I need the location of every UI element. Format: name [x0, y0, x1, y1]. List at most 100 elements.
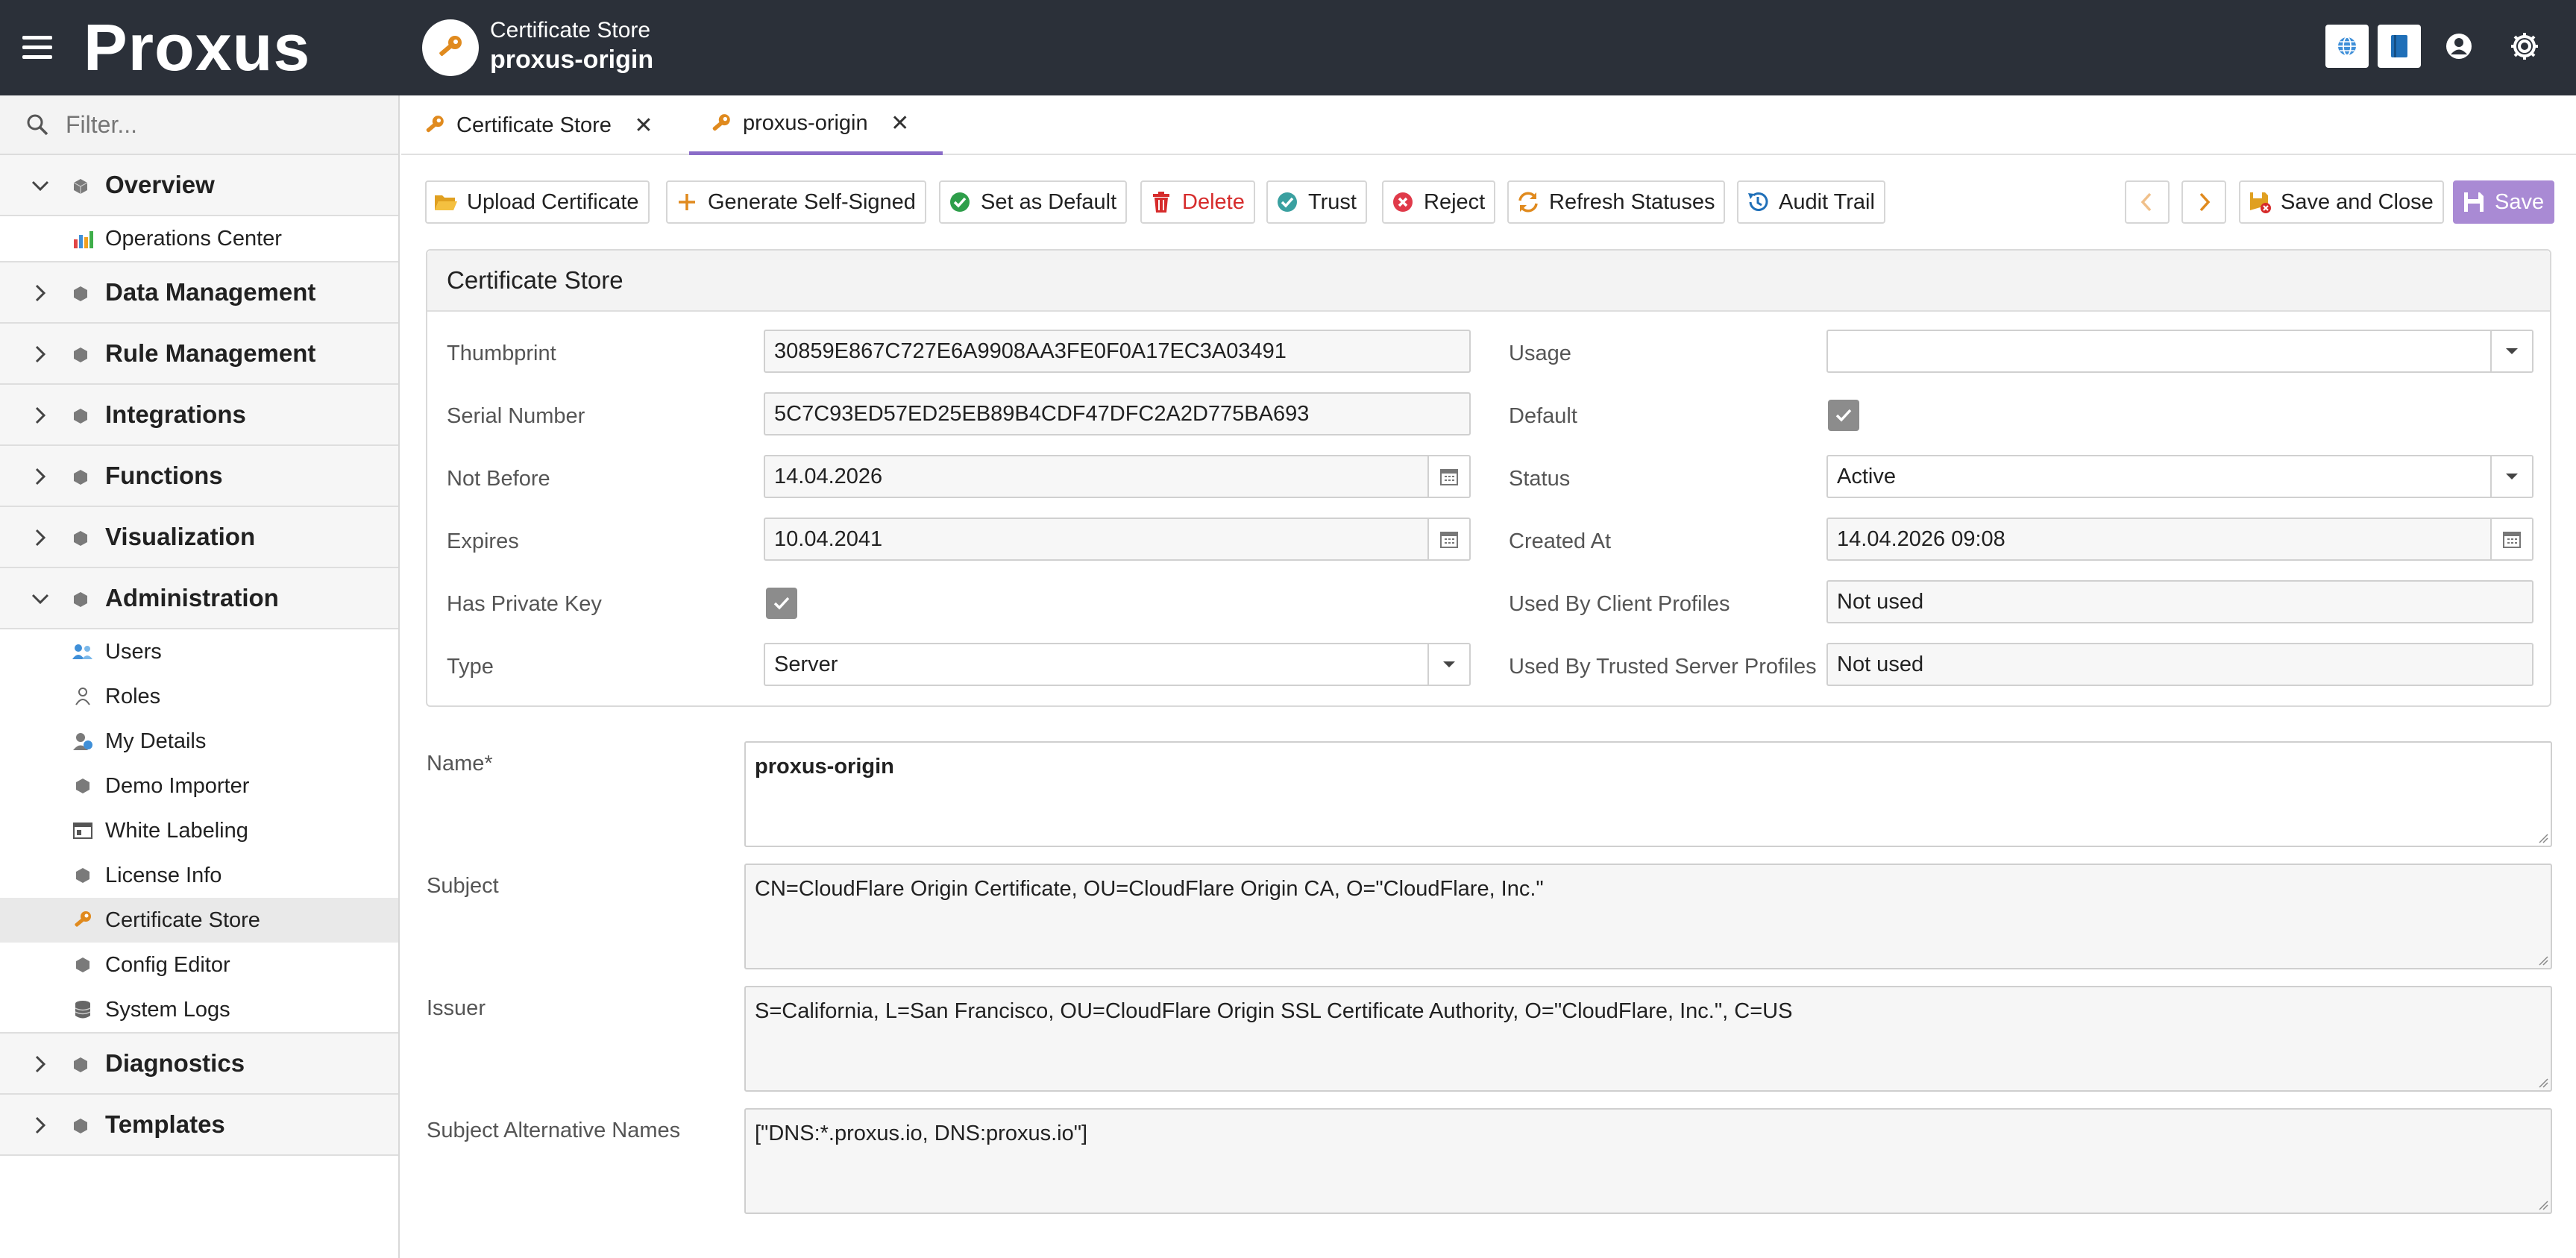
sidebar-item-certificate-store[interactable]: Certificate Store [0, 898, 398, 943]
type-select[interactable]: Server [764, 643, 1471, 686]
audit-trail-label: Audit Trail [1779, 189, 1875, 214]
subject-alternative-names-textarea[interactable]: ["DNS:*.proxus.io, DNS:proxus.io"] [744, 1108, 2552, 1214]
resize-grip-icon[interactable] [2536, 831, 2548, 843]
default-checkbox[interactable] [1828, 400, 1859, 431]
not-before-field[interactable]: 14.04.2026 [764, 455, 1471, 498]
tab-certificate-store[interactable]: Certificate Store ✕ [424, 95, 653, 155]
save-button[interactable]: Save [2453, 180, 2555, 224]
set-as-default-label: Set as Default [981, 189, 1117, 214]
usage-select[interactable] [1826, 330, 2533, 373]
calendar-icon[interactable] [1427, 519, 1469, 559]
folder-open-icon [434, 190, 458, 214]
cube-icon [74, 531, 87, 546]
reject-button[interactable]: Reject [1382, 180, 1496, 224]
tab-proxus-origin[interactable]: proxus-origin ✕ [689, 95, 943, 155]
close-icon[interactable]: ✕ [634, 113, 653, 139]
sidebar-group-label: Administration [105, 584, 279, 611]
chevron-down-icon[interactable] [2490, 331, 2532, 371]
close-icon[interactable]: ✕ [890, 110, 910, 136]
sidebar-group-templates[interactable]: Templates [0, 1095, 398, 1156]
thumbprint-field[interactable]: 30859E867C727E6A9908AA3FE0F0A17EC3A03491 [764, 330, 1471, 373]
expires-field[interactable]: 10.04.2041 [764, 518, 1471, 561]
chevron-right-icon [2199, 192, 2211, 212]
calendar-icon[interactable] [2490, 519, 2532, 559]
thumbprint-label: Thumbprint [447, 342, 556, 365]
used-by-trusted-server-profiles-field[interactable]: Not used [1826, 643, 2533, 686]
set-as-default-button[interactable]: Set as Default [939, 180, 1128, 224]
save-close-icon [2248, 190, 2272, 214]
resize-grip-icon[interactable] [2536, 954, 2548, 966]
gear-icon[interactable] [2503, 25, 2546, 68]
next-record-button[interactable] [2181, 180, 2226, 224]
sidebar-item-my-details[interactable]: My Details [0, 719, 398, 764]
sidebar-group-rule-management[interactable]: Rule Management [0, 324, 398, 385]
sidebar-item-roles[interactable]: Roles [0, 674, 398, 719]
sidebar-item-users[interactable]: Users [0, 629, 398, 674]
reject-label: Reject [1424, 189, 1486, 214]
created-at-label: Created At [1509, 529, 1612, 553]
sidebar-group-visualization[interactable]: Visualization [0, 507, 398, 568]
not-before-value: 14.04.2026 [774, 464, 883, 488]
overview-items: Operations Center [0, 216, 398, 262]
resize-grip-icon[interactable] [2536, 1076, 2548, 1088]
role-icon [72, 686, 94, 707]
delete-button[interactable]: Delete [1140, 180, 1255, 224]
serial-number-field[interactable]: 5C7C93ED57ED25EB89B4CDF47DFC2A2D775BA693 [764, 392, 1471, 435]
sidebar-item-system-logs[interactable]: System Logs [0, 987, 398, 1032]
status-select[interactable]: Active [1826, 455, 2533, 498]
trash-icon [1149, 190, 1173, 214]
calendar-icon[interactable] [1427, 456, 1469, 497]
filter-input[interactable] [66, 110, 379, 139]
chevron-down-icon[interactable] [1427, 644, 1469, 685]
tab-label: Certificate Store [456, 113, 612, 137]
sidebar-group-integrations[interactable]: Integrations [0, 385, 398, 446]
cube-icon [74, 409, 87, 424]
refresh-statuses-button[interactable]: Refresh Statuses [1507, 180, 1726, 224]
trust-button[interactable]: Trust [1266, 180, 1367, 224]
used-by-client-profiles-field[interactable]: Not used [1826, 580, 2533, 623]
sidebar-group-functions[interactable]: Functions [0, 446, 398, 507]
chevron-right-icon [35, 345, 46, 363]
has-private-key-checkbox[interactable] [766, 588, 797, 619]
resize-grip-icon[interactable] [2536, 1198, 2548, 1210]
globe-icon[interactable] [2325, 25, 2369, 68]
bar-chart-icon [72, 228, 94, 249]
sidebar-group-administration[interactable]: Administration [0, 568, 398, 629]
save-and-close-button[interactable]: Save and Close [2239, 180, 2444, 224]
generate-self-signed-button[interactable]: Generate Self-Signed [666, 180, 926, 224]
created-at-field[interactable]: 14.04.2026 09:08 [1826, 518, 2533, 561]
status-value: Active [1837, 464, 1896, 488]
cube-icon [74, 347, 87, 362]
not-before-label: Not Before [447, 467, 550, 491]
sidebar-group-overview[interactable]: Overview [0, 155, 398, 216]
name-textarea[interactable]: proxus-origin [744, 741, 2552, 847]
cube-icon [74, 592, 87, 607]
sidebar-item-white-labeling[interactable]: White Labeling [0, 808, 398, 853]
upload-certificate-button[interactable]: Upload Certificate [425, 180, 650, 224]
sidebar-group-diagnostics[interactable]: Diagnostics [0, 1034, 398, 1095]
subject-alternative-names-label: Subject Alternative Names [427, 1119, 681, 1142]
database-icon [72, 999, 94, 1020]
sidebar-group-label: Functions [105, 462, 223, 489]
sidebar-item-demo-importer[interactable]: Demo Importer [0, 764, 398, 808]
book-icon[interactable] [2378, 25, 2421, 68]
key-icon [426, 116, 444, 133]
sidebar-item-config-editor[interactable]: Config Editor [0, 943, 398, 987]
user-icon[interactable] [2437, 25, 2481, 68]
audit-trail-button[interactable]: Audit Trail [1737, 180, 1885, 224]
usage-label: Usage [1509, 342, 1571, 365]
cube-icon [74, 286, 87, 301]
sidebar-item-operations-center[interactable]: Operations Center [0, 216, 398, 261]
menu-icon[interactable] [22, 36, 52, 60]
name-value: proxus-origin [755, 755, 894, 779]
chevron-down-icon[interactable] [2490, 456, 2532, 497]
sidebar-group-data-management[interactable]: Data Management [0, 262, 398, 324]
sidebar-item-license-info[interactable]: License Info [0, 853, 398, 898]
sidebar-item-label: White Labeling [105, 818, 248, 843]
sidebar-item-label: Operations Center [105, 226, 282, 251]
previous-record-button[interactable] [2125, 180, 2170, 224]
subject-textarea[interactable]: CN=CloudFlare Origin Certificate, OU=Clo… [744, 864, 2552, 969]
created-at-value: 14.04.2026 09:08 [1837, 526, 2005, 551]
chevron-right-icon [35, 468, 46, 485]
issuer-textarea[interactable]: S=California, L=San Francisco, OU=CloudF… [744, 986, 2552, 1092]
